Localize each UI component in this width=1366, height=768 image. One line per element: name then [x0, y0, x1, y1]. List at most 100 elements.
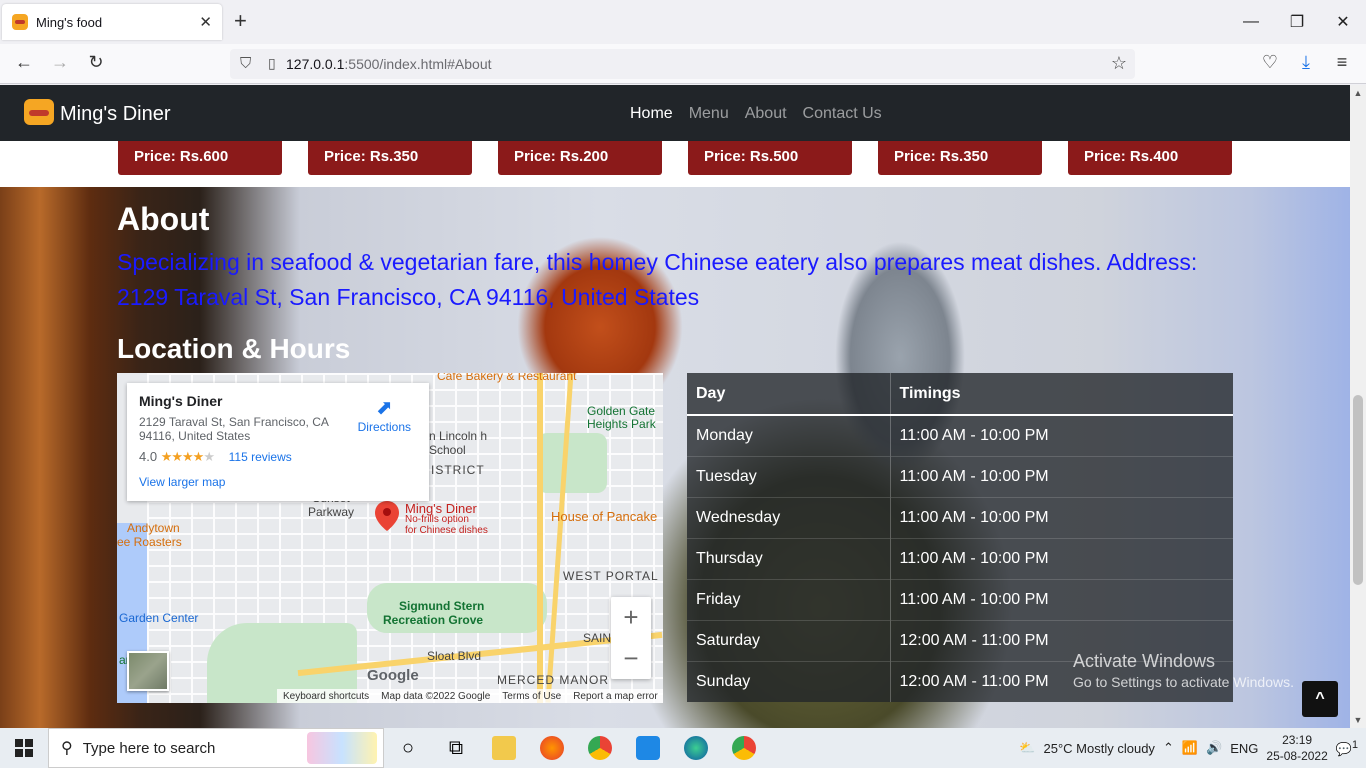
- timing-cell: 11:00 AM - 10:00 PM: [890, 578, 1233, 620]
- embedded-map[interactable]: Cafe Bakery & Restaurant Golden Gate Hei…: [117, 373, 663, 703]
- map-label: Sloat Blvd: [427, 649, 482, 663]
- cortana-icon[interactable]: ○: [384, 728, 432, 768]
- zoom-out-button[interactable]: −: [611, 638, 651, 679]
- network-icon[interactable]: 📶: [1182, 740, 1198, 756]
- weather-icon[interactable]: ⛅: [1019, 740, 1035, 756]
- map-label: Garden Center: [119, 611, 199, 625]
- map-pin-icon[interactable]: [375, 501, 399, 531]
- directions-label: Directions: [357, 420, 411, 434]
- taskbar-search[interactable]: ⚲ Type here to search: [48, 728, 384, 768]
- scroll-thumb[interactable]: [1353, 395, 1363, 585]
- clock-time: 23:19: [1282, 733, 1313, 747]
- map-place-address: 2129 Taraval St, San Francisco, CA 94116…: [139, 415, 329, 443]
- table-row: Thursday 11:00 AM - 10:00 PM: [687, 537, 1233, 579]
- pocket-icon[interactable]: ♡: [1258, 52, 1282, 73]
- nav-contact[interactable]: Contact Us: [803, 105, 882, 123]
- table-row: Friday 11:00 AM - 10:00 PM: [687, 578, 1233, 620]
- close-window-icon[interactable]: ✕: [1320, 0, 1366, 44]
- tab-close-icon[interactable]: ✕: [199, 13, 212, 31]
- bookmark-star-icon[interactable]: ☆: [1111, 53, 1127, 74]
- restore-icon[interactable]: ❐: [1274, 0, 1320, 44]
- download-icon[interactable]: ⤓: [1294, 52, 1318, 73]
- search-icon: ⚲: [61, 740, 73, 757]
- clock[interactable]: 23:19 25-08-2022: [1266, 732, 1327, 764]
- price-button[interactable]: Price: Rs.200: [498, 141, 662, 175]
- minimize-icon[interactable]: —: [1228, 0, 1274, 44]
- header-day: Day: [687, 373, 891, 416]
- brand-logo-icon[interactable]: [24, 99, 54, 125]
- chrome-icon[interactable]: [720, 728, 768, 768]
- timing-cell: 11:00 AM - 10:00 PM: [890, 455, 1233, 497]
- price-button[interactable]: Price: Rs.400: [1068, 141, 1232, 175]
- map-label: ee Roasters: [117, 535, 182, 549]
- site-favicon-icon: [12, 14, 28, 30]
- star-rating-icon: ★★★★: [160, 449, 205, 464]
- map-label: No-frills option: [405, 514, 469, 525]
- forward-icon[interactable]: →: [48, 52, 72, 73]
- map-rating-value: 4.0: [139, 449, 158, 464]
- tray-overflow-icon[interactable]: ⌃: [1163, 740, 1174, 756]
- table-row: Tuesday 11:00 AM - 10:00 PM: [687, 455, 1233, 497]
- file-explorer-icon[interactable]: [480, 728, 528, 768]
- back-icon[interactable]: ←: [12, 52, 36, 73]
- back-to-top-button[interactable]: ^: [1302, 681, 1338, 717]
- new-tab-icon[interactable]: +: [234, 10, 247, 32]
- url-bar[interactable]: ⛉ ▯ 127.0.0.1:5500/index.html#About ☆: [230, 49, 1135, 79]
- price-button[interactable]: Price: Rs.500: [688, 141, 852, 175]
- task-view-icon[interactable]: ⧉: [432, 728, 480, 768]
- vscode-icon[interactable]: [624, 728, 672, 768]
- map-label: House of Pancake: [551, 509, 658, 524]
- search-highlight-image: [307, 732, 377, 764]
- day-cell: Monday: [687, 414, 891, 456]
- nav-home[interactable]: Home: [630, 105, 673, 123]
- map-label: SAIN: [583, 631, 612, 645]
- windows-taskbar: ⚲ Type here to search ○ ⧉ ⛅ 25°C Mostly …: [0, 728, 1366, 768]
- site-menu: Home Menu About Contact Us: [630, 105, 882, 123]
- nav-menu[interactable]: Menu: [689, 105, 729, 123]
- start-button[interactable]: [0, 728, 48, 768]
- firefox-icon[interactable]: [528, 728, 576, 768]
- day-cell: Thursday: [687, 537, 891, 579]
- reload-icon[interactable]: ↻: [84, 52, 108, 73]
- map-label: Andytown: [127, 521, 180, 535]
- map-label: for Chinese dishes: [405, 525, 488, 536]
- map-footer: Keyboard shortcuts Map data ©2022 Google…: [277, 689, 663, 703]
- zoom-in-button[interactable]: +: [611, 597, 651, 638]
- app-menu-icon[interactable]: ≡: [1330, 52, 1354, 73]
- about-text: Specializing in seafood & vegetarian far…: [117, 249, 1198, 310]
- activate-subtitle: Go to Settings to activate Windows.: [1073, 674, 1294, 690]
- browser-tab[interactable]: Ming's food ✕: [2, 4, 222, 40]
- table-row: Monday 11:00 AM - 10:00 PM: [687, 414, 1233, 456]
- url-text[interactable]: 127.0.0.1:5500/index.html#About: [286, 56, 492, 72]
- notification-count: 1: [1351, 738, 1358, 751]
- volume-icon[interactable]: 🔊: [1206, 740, 1222, 756]
- map-label: MERCED MANOR: [497, 673, 610, 687]
- nav-about[interactable]: About: [745, 105, 787, 123]
- brand-name[interactable]: Ming's Diner: [60, 103, 171, 126]
- price-button[interactable]: Price: Rs.350: [308, 141, 472, 175]
- page-info-icon[interactable]: ▯: [268, 55, 276, 72]
- notification-icon[interactable]: 💬1: [1336, 739, 1358, 757]
- map-satellite-toggle[interactable]: [127, 651, 169, 691]
- search-placeholder: Type here to search: [82, 739, 216, 757]
- map-report-error-link[interactable]: Report a map error: [573, 691, 657, 702]
- directions-button[interactable]: ⬈ Directions: [358, 395, 411, 434]
- map-keyboard-shortcuts[interactable]: Keyboard shortcuts: [283, 691, 369, 702]
- timing-cell: 11:00 AM - 10:00 PM: [890, 414, 1233, 456]
- page-viewport: Ming's Diner Home Menu About Contact Us …: [0, 85, 1350, 728]
- day-cell: Sunday: [687, 660, 891, 702]
- price-button[interactable]: Price: Rs.350: [878, 141, 1042, 175]
- scroll-up-icon[interactable]: ▲: [1350, 85, 1366, 101]
- chrome-icon[interactable]: [576, 728, 624, 768]
- page-scrollbar[interactable]: ▲ ▼: [1350, 85, 1366, 728]
- view-larger-map-link[interactable]: View larger map: [139, 475, 417, 489]
- browser-toolbar: ← → ↻ ⛉ ▯ 127.0.0.1:5500/index.html#Abou…: [0, 44, 1366, 84]
- shield-icon[interactable]: ⛉: [240, 55, 251, 72]
- scroll-down-icon[interactable]: ▼: [1350, 712, 1366, 728]
- price-button[interactable]: Price: Rs.600: [118, 141, 282, 175]
- map-reviews-link[interactable]: 115 reviews: [229, 450, 292, 464]
- map-terms-link[interactable]: Terms of Use: [502, 691, 561, 702]
- weather-text[interactable]: 25°C Mostly cloudy: [1044, 741, 1155, 756]
- edge-icon[interactable]: [672, 728, 720, 768]
- language-indicator[interactable]: ENG: [1230, 741, 1258, 756]
